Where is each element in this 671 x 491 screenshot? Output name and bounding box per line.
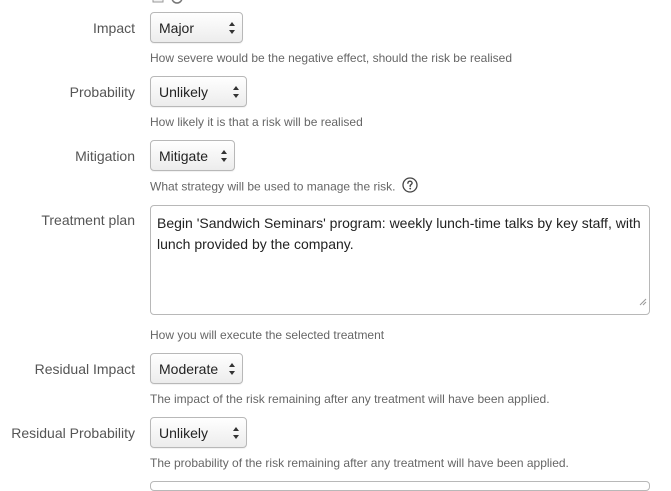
impact-select-value: Major: [159, 20, 195, 36]
mitigation-select-value: Mitigate: [159, 148, 209, 164]
probability-label: Probability: [69, 84, 135, 100]
question-circle-icon[interactable]: [402, 177, 418, 196]
resize-grip-icon[interactable]: [639, 291, 647, 312]
residual-probability-help-text: The probability of the risk remaining af…: [150, 456, 569, 470]
impact-label: Impact: [92, 20, 135, 36]
treatment-plan-label: Treatment plan: [41, 212, 135, 228]
select-arrows-icon: [228, 21, 236, 35]
mitigation-label: Mitigation: [75, 148, 135, 164]
treatment-plan-help-text: How you will execute the selected treatm…: [150, 328, 385, 342]
probability-select-value: Unlikely: [159, 84, 209, 100]
select-arrows-icon: [220, 149, 228, 163]
treatment-plan-textarea[interactable]: Begin 'Sandwich Seminars' program: weekl…: [150, 205, 650, 315]
probability-select[interactable]: Unlikely: [150, 76, 247, 107]
select-arrows-icon: [232, 85, 240, 99]
probability-help-text: How likely it is that a risk will be rea…: [150, 115, 363, 129]
residual-probability-label: Residual Probability: [11, 425, 135, 441]
mitigation-help-text: What strategy will be used to manage the…: [150, 179, 396, 194]
residual-impact-select[interactable]: Moderate: [150, 353, 243, 384]
select-arrows-icon: [228, 362, 236, 376]
impact-help-text: How severe would be the negative effect,…: [150, 51, 512, 65]
mitigation-select[interactable]: Mitigate: [150, 140, 235, 171]
partial-control-top: [150, 0, 190, 4]
partial-field-bottom[interactable]: [150, 481, 650, 491]
residual-impact-label: Residual Impact: [34, 361, 135, 377]
treatment-plan-text: Begin 'Sandwich Seminars' program: weekl…: [157, 215, 641, 252]
residual-impact-select-value: Moderate: [159, 361, 219, 377]
select-arrows-icon: [232, 426, 240, 440]
residual-probability-select[interactable]: Unlikely: [150, 417, 247, 448]
mitigation-help: What strategy will be used to manage the…: [150, 177, 418, 196]
residual-probability-select-value: Unlikely: [159, 425, 209, 441]
residual-impact-help-text: The impact of the risk remaining after a…: [150, 392, 550, 406]
impact-select[interactable]: Major: [150, 12, 243, 43]
